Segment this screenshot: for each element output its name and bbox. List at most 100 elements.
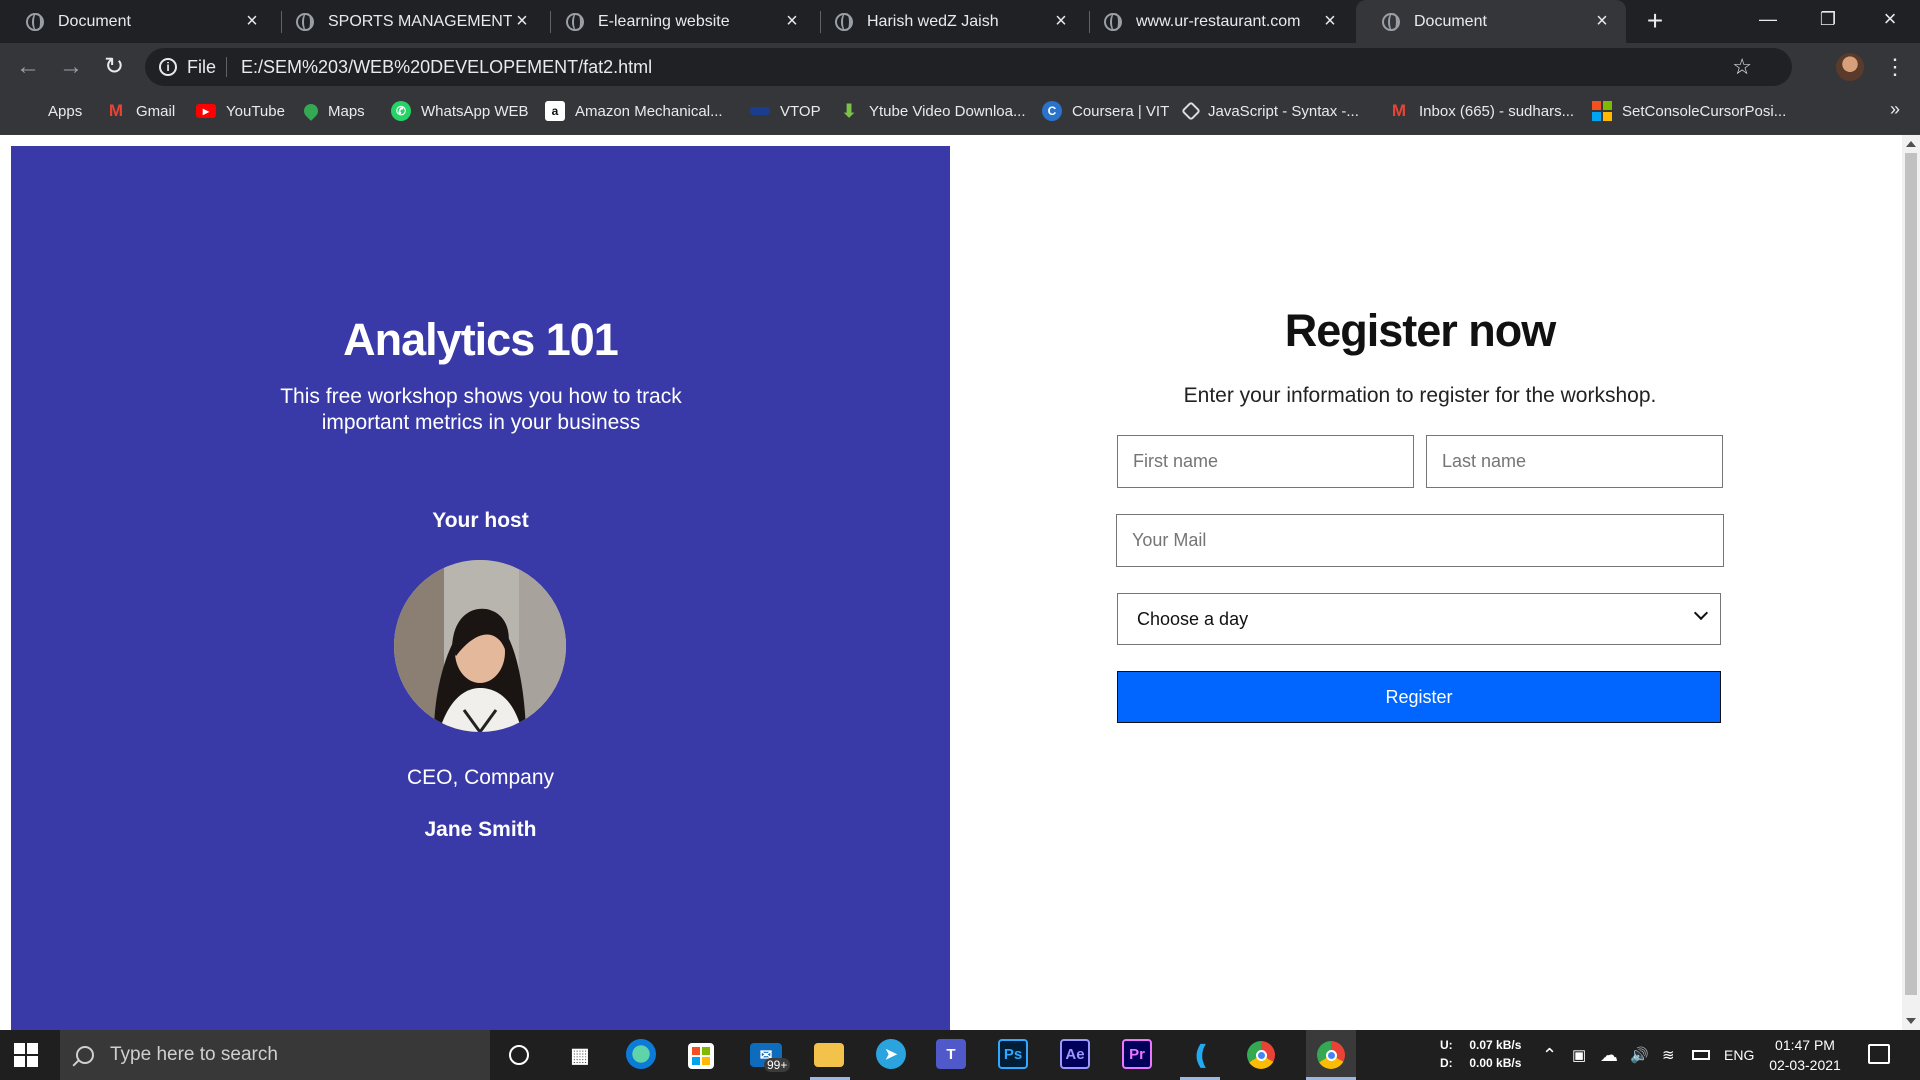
premiere-pro-icon[interactable]: Pr bbox=[1122, 1039, 1152, 1069]
onedrive-icon[interactable]: ☁ bbox=[1600, 1030, 1618, 1080]
wifi-icon[interactable]: ≋ bbox=[1662, 1030, 1675, 1080]
bookmark-inbox[interactable]: M Inbox (665) - sudhars... bbox=[1389, 91, 1574, 131]
bookmark-amazon[interactable]: a Amazon Mechanical... bbox=[545, 91, 723, 131]
browser-tab[interactable]: SPORTS MANAGEMENT SYS × bbox=[270, 0, 546, 43]
close-icon[interactable]: × bbox=[512, 10, 532, 33]
reload-icon[interactable]: ↻ bbox=[98, 51, 130, 83]
minimize-icon[interactable]: — bbox=[1740, 0, 1796, 40]
close-icon[interactable]: × bbox=[782, 10, 802, 33]
chrome-active-window[interactable] bbox=[1306, 1030, 1356, 1080]
bookmark-whatsapp[interactable]: ✆ WhatsApp WEB bbox=[391, 91, 529, 131]
bookmark-setconsole[interactable]: SetConsoleCursorPosi... bbox=[1592, 91, 1786, 131]
address-bar[interactable]: i File E:/SEM%203/WEB%20DEVELOPEMENT/fat… bbox=[145, 48, 1792, 86]
apps-grid-icon bbox=[20, 102, 38, 120]
tab-title: Harish wedZ Jaish bbox=[867, 12, 999, 30]
workshop-description: This free workshop shows you how to trac… bbox=[280, 385, 682, 434]
net-down-value: 0.00 kB/s bbox=[1469, 1056, 1522, 1070]
file-explorer-icon[interactable] bbox=[814, 1043, 844, 1067]
tray-chevron-icon[interactable]: ⌃ bbox=[1542, 1030, 1557, 1080]
browser-tab[interactable]: www.ur-restaurant.com × bbox=[1078, 0, 1354, 43]
browser-tab[interactable]: E-learning website × bbox=[540, 0, 816, 43]
workshop-title: Analytics 101 bbox=[343, 314, 619, 365]
clock-time: 01:47 PM bbox=[1775, 1037, 1835, 1053]
windows-start-icon[interactable] bbox=[14, 1043, 38, 1067]
clock-date: 02-03-2021 bbox=[1769, 1057, 1841, 1073]
day-select[interactable]: Choose a day bbox=[1117, 593, 1721, 645]
task-view-icon[interactable]: ▦ bbox=[563, 1039, 597, 1071]
browser-menu-icon[interactable]: ⋮ bbox=[1884, 53, 1906, 81]
chrome-icon[interactable] bbox=[1247, 1041, 1275, 1069]
tab-title: Document bbox=[1414, 12, 1487, 30]
new-tab-button[interactable]: + bbox=[1640, 6, 1670, 36]
search-icon bbox=[76, 1046, 94, 1064]
cortana-icon[interactable] bbox=[502, 1039, 536, 1071]
youtube-icon: ▶ bbox=[196, 104, 216, 118]
close-icon[interactable]: × bbox=[1051, 10, 1071, 33]
restore-icon[interactable]: ❐ bbox=[1800, 0, 1856, 40]
system-clock[interactable]: 01:47 PM 02-03-2021 bbox=[1764, 1035, 1846, 1075]
bookmark-ytube-downloader[interactable]: ⬇ Ytube Video Downloa... bbox=[839, 91, 1026, 131]
bookmark-youtube[interactable]: ▶ YouTube bbox=[196, 91, 285, 131]
bookmark-coursera[interactable]: C Coursera | VIT bbox=[1042, 91, 1169, 131]
bookmark-label: Apps bbox=[48, 102, 83, 120]
browser-tab[interactable]: Document × bbox=[0, 0, 276, 43]
maps-pin-icon bbox=[301, 101, 321, 121]
gmail-icon: M bbox=[1391, 101, 1407, 120]
window-close-icon[interactable]: × bbox=[1862, 0, 1918, 40]
scrollbar-thumb[interactable] bbox=[1905, 153, 1917, 995]
photoshop-icon[interactable]: Ps bbox=[998, 1039, 1028, 1069]
browser-tab[interactable]: Harish wedZ Jaish × bbox=[809, 0, 1085, 43]
address-scheme: File bbox=[187, 56, 217, 77]
taskbar-search-box[interactable]: Type here to search bbox=[60, 1030, 490, 1080]
info-icon[interactable]: i bbox=[159, 58, 177, 76]
bookmark-apps[interactable]: Apps bbox=[20, 91, 82, 131]
profile-avatar[interactable] bbox=[1836, 53, 1864, 81]
globe-icon bbox=[566, 12, 584, 31]
close-icon[interactable]: × bbox=[1592, 10, 1612, 33]
scroll-up-icon[interactable] bbox=[1906, 141, 1916, 147]
first-name-input[interactable]: First name bbox=[1117, 435, 1414, 488]
address-url[interactable]: E:/SEM%203/WEB%20DEVELOPEMENT/fat2.html bbox=[241, 57, 652, 78]
language-indicator[interactable]: ENG bbox=[1724, 1030, 1754, 1080]
tab-strip: Document × SPORTS MANAGEMENT SYS × E-lea… bbox=[0, 0, 1920, 43]
vscode-icon[interactable]: ❪ bbox=[1184, 1039, 1218, 1071]
scroll-down-icon[interactable] bbox=[1906, 1018, 1916, 1024]
teams-icon[interactable]: T bbox=[936, 1039, 966, 1069]
battery-icon[interactable] bbox=[1692, 1030, 1710, 1080]
globe-icon bbox=[835, 12, 853, 31]
back-arrow-icon[interactable]: ← bbox=[12, 51, 44, 83]
network-speed-readout: U: 0.07 kB/s D: 0.00 kB/s bbox=[1440, 1036, 1521, 1072]
bookmarks-overflow-icon[interactable]: » bbox=[1890, 99, 1900, 120]
email-input[interactable]: Your Mail bbox=[1116, 514, 1724, 567]
javascript-icon bbox=[1181, 101, 1201, 121]
after-effects-icon[interactable]: Ae bbox=[1060, 1039, 1090, 1069]
address-divider bbox=[226, 57, 228, 77]
amazon-icon: a bbox=[545, 101, 565, 121]
edge-icon[interactable] bbox=[626, 1039, 656, 1069]
close-icon[interactable]: × bbox=[1320, 10, 1340, 33]
browser-tab-active[interactable]: Document × bbox=[1356, 0, 1626, 43]
volume-icon[interactable]: 🔊 bbox=[1630, 1030, 1649, 1080]
mail-badge: 99+ bbox=[764, 1058, 791, 1072]
last-name-input[interactable]: Last name bbox=[1426, 435, 1723, 488]
bookmark-vtop[interactable]: VTOP bbox=[750, 91, 821, 131]
notification-center-icon[interactable] bbox=[1868, 1044, 1890, 1064]
close-icon[interactable]: × bbox=[242, 10, 262, 33]
bookmark-star-icon[interactable]: ☆ bbox=[1732, 54, 1752, 80]
bookmark-gmail[interactable]: M Gmail bbox=[106, 91, 175, 131]
bookmark-maps[interactable]: Maps bbox=[301, 91, 365, 131]
coursera-icon: C bbox=[1042, 101, 1062, 121]
meet-now-icon[interactable]: ▣ bbox=[1572, 1030, 1586, 1080]
bookmark-label: Ytube Video Downloa... bbox=[869, 102, 1026, 120]
whatsapp-icon: ✆ bbox=[391, 101, 411, 121]
host-avatar bbox=[394, 560, 566, 732]
bookmark-javascript[interactable]: JavaScript - Syntax -... bbox=[1181, 91, 1359, 131]
store-icon[interactable] bbox=[688, 1043, 714, 1069]
telegram-icon[interactable]: ➤ bbox=[876, 1039, 906, 1069]
vtop-icon bbox=[750, 107, 770, 115]
page-scrollbar[interactable] bbox=[1902, 135, 1920, 1030]
forward-arrow-icon[interactable]: → bbox=[55, 51, 87, 83]
register-button[interactable]: Register bbox=[1117, 671, 1721, 723]
host-role: CEO, Company bbox=[406, 766, 555, 789]
workshop-info-panel: Analytics 101 This free workshop shows y… bbox=[11, 146, 950, 1030]
